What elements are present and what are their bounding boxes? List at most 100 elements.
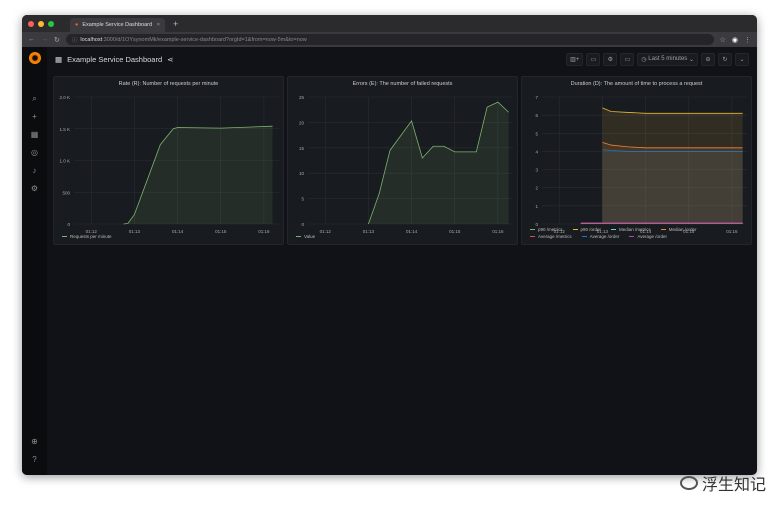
panel-title[interactable]: Errors (E): The number of failed request… bbox=[288, 77, 517, 87]
legend-item[interactable]: Average /metrics bbox=[530, 234, 572, 239]
url-input[interactable]: ⓘ localhost:3000/d/1OYsynomMk/example-se… bbox=[65, 34, 714, 45]
legend-item[interactable]: Median /order bbox=[660, 227, 697, 232]
help-icon[interactable]: ? bbox=[32, 451, 36, 469]
y-tick-label: 1 bbox=[535, 204, 538, 209]
forward-icon[interactable]: → bbox=[41, 36, 48, 43]
bookmark-star-icon[interactable]: ☆ bbox=[720, 36, 726, 44]
sign-in-icon[interactable]: ⊕ bbox=[31, 433, 38, 451]
wechat-icon bbox=[679, 476, 698, 490]
y-tick-label: 1.0 K bbox=[59, 159, 70, 164]
legend-label: Value bbox=[304, 234, 316, 239]
maximize-window-button[interactable] bbox=[48, 20, 54, 27]
address-bar-row: ← → ↻ ⓘ localhost:3000/d/1OYsynomMk/exam… bbox=[22, 32, 757, 47]
y-tick-label: 0 bbox=[301, 222, 304, 227]
y-tick-label: 6 bbox=[535, 113, 538, 118]
series-area bbox=[123, 126, 273, 224]
legend-label: Median /metrics bbox=[619, 227, 651, 232]
legend-item[interactable]: Average /order bbox=[581, 234, 619, 239]
save-dashboard-button[interactable]: ▭ bbox=[586, 52, 601, 66]
url-host: localhost bbox=[80, 36, 103, 43]
y-tick-label: 20 bbox=[299, 120, 305, 125]
chart-errors: 051015202501:12 01:13 01:14 01:15 01:16 bbox=[299, 95, 513, 234]
browser-menu-icon[interactable]: ⋮ bbox=[744, 36, 751, 44]
series-area bbox=[602, 149, 743, 224]
legend-item[interactable]: p90 /order bbox=[572, 227, 602, 232]
legend-swatch bbox=[660, 229, 666, 231]
close-window-button[interactable] bbox=[28, 20, 34, 27]
legend-swatch bbox=[629, 236, 635, 238]
refresh-interval-dropdown[interactable]: ⌄ bbox=[735, 52, 749, 66]
alerting-bell-icon[interactable]: ♪ bbox=[33, 162, 37, 180]
legend-swatch bbox=[530, 236, 535, 238]
dashboard-main: ▦ Example Service Dashboard ⋖ ▥+ ▭ ⚙ ▭ ◷… bbox=[47, 47, 757, 475]
minimize-window-button[interactable] bbox=[38, 20, 44, 27]
y-tick-label: 500 bbox=[62, 190, 70, 195]
legend-swatch bbox=[581, 236, 587, 238]
y-tick-label: 1.5 K bbox=[59, 127, 70, 132]
back-icon[interactable]: ← bbox=[28, 36, 35, 43]
clock-icon: ◷ bbox=[641, 56, 649, 63]
dashboards-icon[interactable]: ▦ bbox=[31, 126, 39, 144]
close-tab-icon[interactable]: × bbox=[157, 22, 160, 28]
legend-item[interactable]: Requests per minute bbox=[62, 234, 112, 239]
share-icon[interactable]: ⋖ bbox=[167, 55, 173, 64]
explore-compass-icon[interactable]: ◎ bbox=[31, 144, 38, 162]
y-tick-label: 3 bbox=[535, 168, 538, 173]
y-tick-label: 7 bbox=[535, 95, 538, 100]
y-tick-label: 2.0 K bbox=[59, 95, 70, 100]
y-tick-label: 4 bbox=[535, 149, 538, 154]
legend-label: Median /order bbox=[668, 227, 697, 232]
watermark: 浮生知记 bbox=[679, 471, 766, 495]
legend-item[interactable]: Average /order bbox=[629, 234, 667, 239]
chart-duration: 0123456701:12 01:13 01:14 01:15 01:16 bbox=[535, 95, 747, 234]
search-icon[interactable]: ⌕ bbox=[32, 90, 36, 108]
time-range-label: Last 5 minutes bbox=[648, 56, 688, 62]
y-tick-label: 25 bbox=[299, 95, 305, 100]
legend: p90 /metrics p90 /order Median /metrics Med… bbox=[530, 227, 747, 239]
sidebar: ⌕ + ▦ ◎ ♪ ⚙ ⊕ ? bbox=[22, 47, 47, 475]
legend-label: Average /order bbox=[637, 234, 668, 239]
chart-rate: 05001.0 K1.5 K2.0 K01:12 01:13 01:14 01:15 0… bbox=[59, 95, 279, 234]
plus-icon[interactable]: + bbox=[32, 108, 37, 126]
watermark-text: 浮生知记 bbox=[701, 477, 766, 494]
legend-item[interactable]: Median /metrics bbox=[611, 227, 651, 232]
profile-icon[interactable]: ◉ bbox=[732, 36, 738, 44]
y-tick-label: 2 bbox=[535, 186, 538, 191]
legend-swatch bbox=[530, 229, 535, 231]
y-tick-label: 10 bbox=[299, 171, 305, 176]
reload-icon[interactable]: ↻ bbox=[54, 36, 60, 44]
url-path: :3000/d/1OYsynomMk/example-service-dashb… bbox=[102, 36, 307, 43]
y-tick-label: 15 bbox=[299, 146, 305, 151]
new-tab-button[interactable]: + bbox=[173, 19, 178, 29]
legend-label: p90 /metrics bbox=[538, 227, 563, 232]
grafana-logo[interactable] bbox=[28, 52, 41, 64]
zoom-out-button[interactable]: ⊖ bbox=[701, 52, 715, 66]
series-area bbox=[368, 102, 509, 224]
panel-title[interactable]: Rate (R): Number of requests per minute bbox=[54, 77, 283, 87]
settings-button[interactable]: ⚙ bbox=[603, 52, 618, 66]
legend-item[interactable]: p90 /metrics bbox=[530, 227, 563, 232]
time-picker[interactable]: ◷ Last 5 minutes ⌄ bbox=[637, 52, 698, 66]
add-panel-button[interactable]: ▥+ bbox=[566, 52, 584, 66]
legend-swatch bbox=[572, 229, 578, 231]
y-tick-label: 5 bbox=[301, 197, 304, 202]
tab-bar: ● Example Service Dashboard × + bbox=[22, 15, 757, 32]
browser-tab[interactable]: ● Example Service Dashboard × bbox=[70, 18, 165, 32]
tab-title: Example Service Dashboard bbox=[82, 22, 153, 28]
info-icon: ⓘ bbox=[71, 37, 78, 44]
browser-window: ● Example Service Dashboard × + ← → ↻ ⓘ … bbox=[22, 15, 757, 475]
tv-mode-button[interactable]: ▭ bbox=[620, 52, 635, 66]
refresh-button[interactable]: ↻ bbox=[718, 52, 732, 66]
panel-errors: Errors (E): The number of failed request… bbox=[287, 76, 518, 245]
legend-item[interactable]: Value bbox=[296, 234, 315, 239]
legend-swatch bbox=[611, 229, 617, 231]
dashboard-title[interactable]: Example Service Dashboard bbox=[67, 55, 162, 64]
legend-label: p90 /order bbox=[580, 227, 602, 232]
legend-label: Requests per minute bbox=[70, 234, 112, 239]
y-tick-label: 5 bbox=[535, 131, 538, 136]
panel-duration: Duration (D): The amount of time to proc… bbox=[521, 76, 752, 245]
legend: Requests per minute bbox=[62, 234, 279, 239]
legend-swatch bbox=[296, 236, 301, 238]
gear-icon[interactable]: ⚙ bbox=[31, 180, 38, 198]
panel-title[interactable]: Duration (D): The amount of time to proc… bbox=[522, 77, 751, 87]
